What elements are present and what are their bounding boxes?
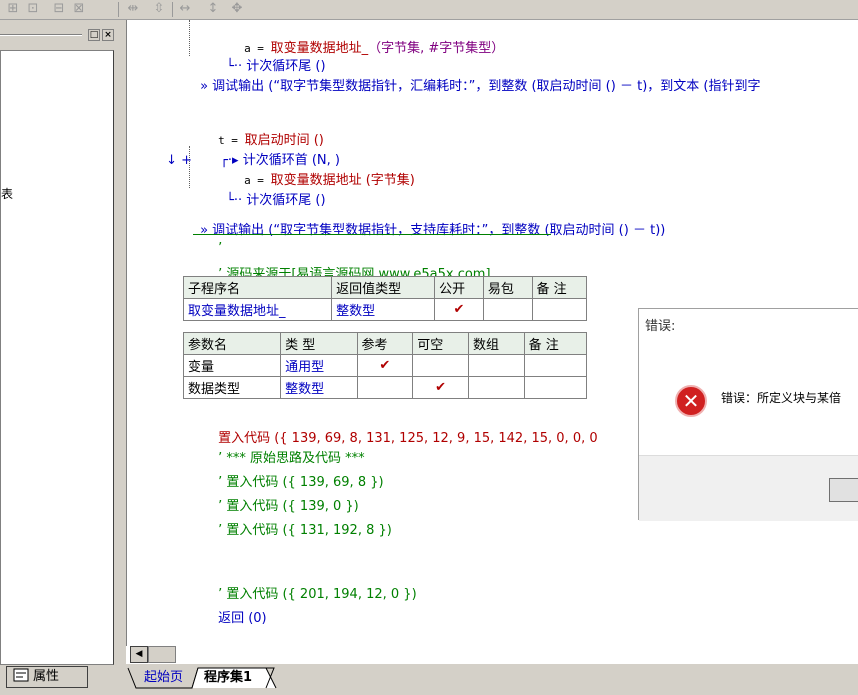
remark-cell[interactable] bbox=[523, 376, 588, 399]
properties-icon bbox=[13, 668, 29, 682]
scroll-thumb[interactable] bbox=[148, 646, 176, 663]
code-line[interactable]: t = 取启动时间 () bbox=[185, 114, 324, 148]
code-line[interactable]: └·· 计次循环尾 () bbox=[193, 40, 326, 74]
row-icon[interactable]: ⊠ bbox=[70, 1, 88, 17]
grid-insert-icon[interactable]: ⊞ bbox=[4, 1, 22, 17]
col-header: 备 注 bbox=[531, 276, 588, 299]
col-header: 返回值类型 bbox=[331, 276, 436, 299]
comment-line[interactable]: ’ 源码来源于[易语言源码网 www.e5a5x.com] bbox=[185, 248, 490, 282]
properties-tab[interactable]: 属性 bbox=[6, 666, 88, 688]
code-line[interactable]: ↓ + bbox=[133, 134, 192, 168]
error-dialog: 错误: ✕ 错误：所定义块与某偣 bbox=[638, 308, 858, 521]
comment-line[interactable]: ’ *** 原始思路及代码 *** bbox=[185, 432, 365, 466]
optional-check[interactable]: ✔ bbox=[412, 376, 469, 399]
code-line[interactable]: a = 取变量数据地址 (字节集) bbox=[211, 154, 415, 188]
comment-line[interactable]: ’ 置入代码 ({ 131, 192, 8 }) bbox=[185, 504, 392, 538]
tree-view[interactable]: 表 bbox=[0, 50, 114, 665]
panel-titlebar: □ × bbox=[0, 28, 118, 42]
properties-tab-label: 属性 bbox=[33, 669, 60, 684]
param-table: 参数名 类 型 参考 可空 数组 备 注 变量 通用型 ✔ 数据类型 整数型 ✔ bbox=[182, 332, 588, 399]
col-header: 可空 bbox=[412, 332, 469, 355]
table-row[interactable]: 变量 通用型 ✔ bbox=[182, 354, 588, 377]
height-icon[interactable]: ↕ bbox=[204, 1, 222, 17]
table-icon[interactable]: ⊡ bbox=[24, 1, 42, 17]
code-line[interactable]: 返回 (0) bbox=[185, 592, 267, 626]
ok-button[interactable] bbox=[829, 478, 858, 502]
col-header: 备 注 bbox=[523, 332, 588, 355]
col-header: 易包 bbox=[482, 276, 533, 299]
code-line[interactable]: » 调试输出 (“取字节集型数据指针，汇编耗时：”，到整数 (取启动时间 () … bbox=[167, 60, 760, 94]
code-line[interactable]: ┌·▸ 计次循环首 (N, ) bbox=[187, 134, 340, 168]
param-name-cell[interactable]: 数据类型 bbox=[182, 376, 282, 399]
code-line[interactable]: a = 取变量数据地址_（字节集, #字节集型） bbox=[211, 22, 504, 56]
dialog-title: 错误: bbox=[645, 319, 676, 334]
col-header: 参数名 bbox=[182, 332, 282, 355]
array-cell[interactable] bbox=[467, 354, 525, 377]
param-type-cell[interactable]: 通用型 bbox=[280, 354, 358, 377]
dialog-message: 错误：所定义块与某偣 bbox=[721, 391, 842, 405]
epkg-cell[interactable] bbox=[482, 298, 533, 321]
public-check[interactable]: ✔ bbox=[434, 298, 484, 321]
param-type-cell[interactable]: 整数型 bbox=[280, 376, 358, 399]
col-header: 参考 bbox=[356, 332, 414, 355]
tree-item[interactable]: 表 bbox=[1, 185, 13, 202]
toolbar: ⊞ ⊡ ⊟ ⊠ ⇹ ⇳ ↔ ↕ ✥ bbox=[0, 0, 858, 20]
run-marker-icon: » bbox=[200, 79, 209, 94]
tab-start-page[interactable]: 起始页 bbox=[136, 668, 191, 688]
comment-line[interactable]: ’ 置入代码 ({ 139, 69, 8 }) bbox=[185, 456, 384, 490]
optional-check[interactable] bbox=[412, 354, 469, 377]
comment-line[interactable]: ’ 置入代码 ({ 201, 194, 12, 0 }) bbox=[185, 568, 417, 602]
comment-line[interactable]: ’ 置入代码 ({ 139, 0 }) bbox=[185, 480, 359, 514]
document-tabs: 起始页 程序集1 bbox=[126, 664, 858, 695]
width-icon[interactable]: ↔ bbox=[176, 1, 194, 17]
return-type-cell[interactable]: 整数型 bbox=[331, 298, 436, 321]
remark-cell[interactable] bbox=[531, 298, 588, 321]
horizontal-scrollbar[interactable]: ◀ bbox=[126, 646, 858, 664]
col-header: 公开 bbox=[434, 276, 484, 299]
tab-program-set[interactable]: 程序集1 bbox=[196, 668, 260, 688]
remark-cell[interactable] bbox=[523, 354, 588, 377]
table-row[interactable]: 数据类型 整数型 ✔ bbox=[182, 376, 588, 399]
ide-window: ⊞ ⊡ ⊟ ⊠ ⇹ ⇳ ↔ ↕ ✥ □ × 表 属性 a = 取变量数据地址_（… bbox=[0, 0, 858, 695]
left-panel: □ × 表 bbox=[0, 24, 122, 666]
minimize-button[interactable]: □ bbox=[88, 29, 100, 41]
split-v-icon[interactable]: ⇳ bbox=[150, 1, 168, 17]
code-line[interactable]: » 调试输出 (“取字节集型数据指针，支持库耗时：”，到整数 (取启动时间 ()… bbox=[167, 204, 665, 238]
error-icon: ✕ bbox=[675, 385, 707, 417]
ref-check[interactable]: ✔ bbox=[356, 354, 414, 377]
scroll-left-button[interactable]: ◀ bbox=[130, 646, 148, 663]
column-icon[interactable]: ⊟ bbox=[50, 1, 68, 17]
col-header: 子程序名 bbox=[182, 276, 333, 299]
subroutine-table: 子程序名 返回值类型 公开 易包 备 注 取变量数据地址_ 整数型 ✔ bbox=[182, 276, 588, 321]
dialog-footer bbox=[639, 455, 858, 521]
ref-check[interactable] bbox=[356, 376, 414, 399]
close-button[interactable]: × bbox=[102, 29, 114, 41]
split-h-icon[interactable]: ⇹ bbox=[124, 1, 142, 17]
param-name-cell[interactable]: 变量 bbox=[182, 354, 282, 377]
code-line[interactable]: └·· 计次循环尾 () bbox=[193, 174, 326, 208]
code-line[interactable]: 置入代码 ({ 139, 69, 8, 131, 125, 12, 9, 15,… bbox=[185, 412, 598, 446]
col-header: 类 型 bbox=[280, 332, 358, 355]
col-header: 数组 bbox=[467, 332, 525, 355]
step-arrow-icon: ↓ bbox=[166, 153, 177, 168]
size-icon[interactable]: ✥ bbox=[228, 1, 246, 17]
sub-name-cell[interactable]: 取变量数据地址_ bbox=[182, 298, 333, 321]
comment-line[interactable]: ’ bbox=[185, 222, 222, 256]
array-cell[interactable] bbox=[467, 376, 525, 399]
